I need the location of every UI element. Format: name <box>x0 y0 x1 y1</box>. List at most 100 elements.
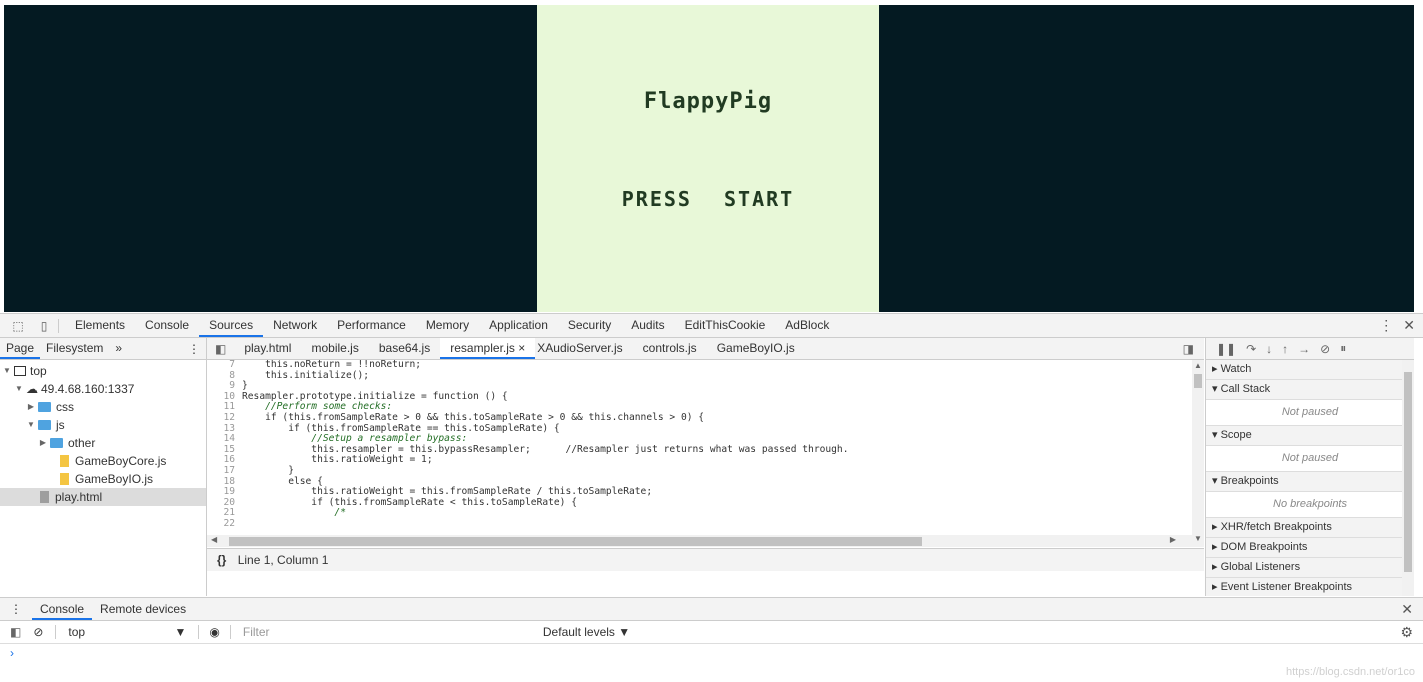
debugger-scrollbar[interactable] <box>1402 360 1414 596</box>
tab-console[interactable]: Console <box>135 314 199 337</box>
file-tab-controls-js[interactable]: controls.js <box>633 338 707 359</box>
collapse-arrow-icon[interactable]: ▶ <box>26 398 36 416</box>
tab-elements[interactable]: Elements <box>65 314 135 337</box>
tree-item-other[interactable]: ▶ other <box>0 434 206 452</box>
drawer-tab-console[interactable]: Console <box>32 598 93 620</box>
file-tab-xaudioserver-js[interactable]: XAudioServer.js <box>535 338 632 359</box>
live-expression-eye-icon[interactable]: ◉ <box>205 625 223 639</box>
navigator-menu-icon[interactable]: ⋮ <box>188 342 206 356</box>
tree-item-js[interactable]: ▼ js <box>0 416 206 434</box>
tree-item-label: css <box>56 400 74 414</box>
scroll-left-icon[interactable]: ◀ <box>211 535 217 544</box>
file-tab-resampler-js[interactable]: resampler.js × <box>440 338 536 359</box>
scroll-right-icon[interactable]: ▶ <box>1170 535 1176 544</box>
drawer-tab-remote-devices[interactable]: Remote devices <box>92 598 194 620</box>
code-line[interactable]: 17 } <box>207 465 1192 477</box>
tree-item-css[interactable]: ▶ css <box>0 398 206 416</box>
toggle-navigator-icon[interactable]: ◧ <box>207 342 234 356</box>
line-number[interactable]: 7 <box>207 360 242 371</box>
file-tab-play-html[interactable]: play.html <box>234 338 301 359</box>
editor-file-tabs: ◧ play.html mobile.js base64.js resample… <box>207 338 1204 360</box>
tree-item-gameboyio[interactable]: GameBoyIO.js <box>0 470 206 488</box>
more-tabs-icon[interactable]: » <box>109 338 128 359</box>
console-sidebar-icon[interactable]: ◧ <box>0 625 27 639</box>
console-settings-gear-icon[interactable]: ⚙ <box>1400 624 1423 641</box>
tree-item-gameboycore[interactable]: GameBoyCore.js <box>0 452 206 470</box>
pane-watch[interactable]: ▸ Watch <box>1206 360 1414 380</box>
pane-call-stack[interactable]: ▾ Call Stack <box>1206 380 1414 400</box>
code-line[interactable]: 16 this.ratioWeight = 1; <box>207 455 1192 466</box>
kebab-menu-icon[interactable]: ⋮ <box>1379 317 1393 334</box>
scroll-down-icon[interactable]: ▼ <box>1194 534 1202 543</box>
pane-scope[interactable]: ▾ Scope <box>1206 426 1414 446</box>
file-tab-mobile-js[interactable]: mobile.js <box>301 338 368 359</box>
code-area[interactable]: 7 this.noReturn = !!noReturn; 8 this.init… <box>207 360 1192 535</box>
scroll-up-icon[interactable]: ▲ <box>1194 361 1202 370</box>
tab-editthiscookie[interactable]: EditThisCookie <box>675 314 776 337</box>
tab-memory[interactable]: Memory <box>416 314 479 337</box>
collapse-arrow-icon[interactable]: ▶ <box>38 434 48 452</box>
line-number[interactable]: 8 <box>207 370 242 382</box>
tab-filesystem[interactable]: Filesystem <box>40 338 109 359</box>
pretty-print-button[interactable]: {} <box>207 553 234 567</box>
tab-audits[interactable]: Audits <box>621 314 674 337</box>
tab-sources[interactable]: Sources <box>199 314 264 337</box>
log-levels-dropdown[interactable]: Default levels ▼ <box>543 625 630 639</box>
file-tab-gameboyio-js[interactable]: GameBoyIO.js <box>707 338 805 359</box>
device-toolbar-icon[interactable]: ▯ <box>36 319 52 333</box>
toggle-debugger-icon[interactable]: ◨ <box>1183 342 1204 356</box>
console-prompt[interactable]: › <box>0 644 1423 662</box>
expand-arrow-icon[interactable]: ▼ <box>14 380 24 398</box>
horizontal-scrollbar[interactable]: ◀ ▶ <box>207 535 1192 547</box>
tab-security[interactable]: Security <box>558 314 621 337</box>
tree-item-origin[interactable]: ▼ ☁ 49.4.68.160:1337 <box>0 380 206 398</box>
drawer-menu-icon[interactable]: ⋮ <box>0 602 32 616</box>
tab-adblock[interactable]: AdBlock <box>775 314 839 337</box>
vertical-scroll-thumb[interactable] <box>1194 374 1202 388</box>
step-into-icon[interactable]: ↓ <box>1266 342 1272 356</box>
close-tab-icon[interactable]: × <box>518 341 525 355</box>
code-line[interactable]: 22 <box>207 518 1192 530</box>
tab-page[interactable]: Page <box>0 338 41 359</box>
divider <box>58 318 59 333</box>
frame-icon <box>14 366 26 376</box>
file-tree: ▼ top ▼ ☁ 49.4.68.160:1337 ▶ css ▼ js ▶ <box>0 360 206 506</box>
step-icon[interactable]: → <box>1298 342 1310 356</box>
line-number[interactable]: 17 <box>207 465 242 477</box>
pane-breakpoints[interactable]: ▾ Breakpoints <box>1206 472 1414 492</box>
console-filter-input[interactable]: Filter <box>237 625 543 639</box>
horizontal-scroll-thumb[interactable] <box>229 537 922 546</box>
pane-global-listeners[interactable]: ▸ Global Listeners <box>1206 558 1414 578</box>
tab-application[interactable]: Application <box>479 314 558 337</box>
step-over-icon[interactable]: ↷ <box>1246 342 1256 356</box>
line-number[interactable]: 12 <box>207 412 242 424</box>
code-line[interactable]: 12 if (this.fromSampleRate > 0 && this.t… <box>207 412 1192 424</box>
close-devtools-icon[interactable]: ✕ <box>1403 317 1415 334</box>
expand-arrow-icon[interactable]: ▼ <box>26 416 36 434</box>
code-line[interactable]: 20 if (this.fromSampleRate < this.toSamp… <box>207 497 1192 509</box>
file-tab-base64-js[interactable]: base64.js <box>369 338 440 359</box>
line-number[interactable]: 22 <box>207 518 242 530</box>
code-line[interactable]: 7 this.noReturn = !!noReturn; <box>207 360 1192 371</box>
expand-arrow-icon[interactable]: ▼ <box>2 362 12 380</box>
debugger-scroll-thumb[interactable] <box>1404 372 1412 572</box>
game-screen[interactable]: FlappyPig PRESS START <box>537 5 879 312</box>
step-out-icon[interactable]: ↑ <box>1282 342 1288 356</box>
deactivate-breakpoints-icon[interactable]: ⊘ <box>1320 342 1330 356</box>
inspect-element-icon[interactable]: ⬚ <box>10 319 26 333</box>
code-line[interactable]: 21 /* <box>207 508 1192 519</box>
pane-event-listener-breakpoints[interactable]: ▸ Event Listener Breakpoints <box>1206 578 1414 596</box>
pause-icon[interactable]: ❚❚ <box>1216 342 1236 356</box>
clear-console-icon[interactable]: ⊘ <box>27 625 49 639</box>
pause-on-exceptions-icon[interactable]: ⏸ <box>1340 341 1346 356</box>
tree-item-top[interactable]: ▼ top <box>0 362 206 380</box>
pane-dom-breakpoints[interactable]: ▸ DOM Breakpoints <box>1206 538 1414 558</box>
pane-xhr-breakpoints[interactable]: ▸ XHR/fetch Breakpoints <box>1206 518 1414 538</box>
close-drawer-icon[interactable]: ✕ <box>1401 601 1423 618</box>
vertical-scrollbar[interactable]: ▲ ▼ <box>1192 360 1204 547</box>
tree-item-play-html[interactable]: play.html <box>0 488 206 506</box>
tab-performance[interactable]: Performance <box>327 314 416 337</box>
tab-network[interactable]: Network <box>263 314 327 337</box>
code-line[interactable]: 8 this.initialize(); <box>207 370 1192 382</box>
context-select[interactable]: top ▼ <box>62 625 192 639</box>
